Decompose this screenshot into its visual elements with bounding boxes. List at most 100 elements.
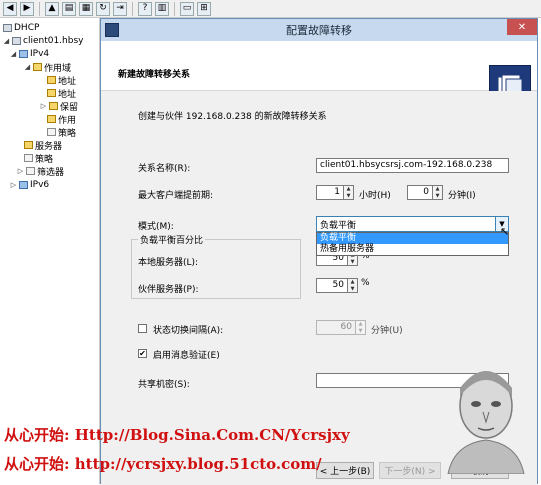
up-folder-icon[interactable]: ▲ [45,1,59,16]
watermark-line-1: 从心开始: Http://Blog.Sina.Com.CN/Ycrsjxy [4,426,350,444]
tree-item-label: 地址 [58,76,77,87]
hours-spinner[interactable]: ▲ ▼ [344,185,354,200]
state-switch-input[interactable]: 60 [316,320,356,335]
partner-server-spinner[interactable]: ▲ ▼ [348,278,358,293]
mclt-label: 最大客户端提前期: [138,191,214,201]
mclt-hours-input[interactable]: 1 [316,185,344,200]
folder-icon [49,102,58,110]
state-switch-label: 状态切换间隔(A): [153,326,224,336]
author-portrait-image [440,352,532,475]
collapse-icon[interactable]: ◢ [10,50,17,58]
console-icon[interactable]: ▦ [79,1,93,16]
partner-server-label: 伙伴服务器(P): [138,285,199,295]
network-icon[interactable]: ⊞ [197,1,211,16]
expand-icon[interactable]: ▷ [17,167,24,175]
toolbar: ◀ ▶ ▲ ▤ ▦ ↻ ⇥ ? ▥ ▭ ⊞ [0,0,541,18]
tree-item-label: 服务器 [35,141,63,152]
tree-item-label: IPv4 [30,49,50,59]
folder-icon [47,89,56,97]
tree-item-scope-options[interactable]: 作用 [47,113,77,126]
mode-label: 模式(M): [138,222,174,232]
partner-percent-label: % [361,278,370,288]
minutes-unit-label: 分钟(I) [448,191,476,201]
ipv6-icon [19,181,28,189]
tree-item-scope[interactable]: ◢ 作用域 [24,61,72,74]
toolbar-separator [39,1,40,16]
folder-icon [47,76,56,84]
mode-option-load-balance[interactable]: 负载平衡 [317,233,508,244]
forward-icon[interactable]: ▶ [20,1,34,16]
mouse-cursor-icon: ↖ [500,225,510,238]
auth-label: 启用消息验证(E) [153,351,220,361]
relationship-name-input[interactable]: client01.hbsycsrsj.com-192.168.0.238 [316,158,509,173]
intro-text: 创建与伙伴 192.168.0.238 的新故障转移关系 [138,112,327,122]
watermark-line-2: 从心开始: http://ycrsjxy.blog.51cto.com/ [4,455,322,473]
mode-select[interactable]: 负载平衡 ▼ [316,216,509,232]
back-icon[interactable]: ◀ [3,1,17,16]
dialog-title: 配置故障转移 [286,24,352,37]
ipv4-icon [19,50,28,58]
tree-item-ipv6[interactable]: ▷ IPv6 [10,179,49,191]
minutes-spinner[interactable]: ▲ ▼ [433,185,443,200]
monitor-icon[interactable]: ▭ [180,1,194,16]
state-switch-spinner[interactable]: ▲ ▼ [356,320,366,335]
tree-item-filters[interactable]: ▷ 筛选器 [17,165,65,178]
shared-secret-label: 共享机密(S): [138,380,190,390]
local-server-label: 本地服务器(L): [138,258,199,268]
tree-item-label: IPv6 [30,180,50,190]
tree-item-address-pool[interactable]: 地址 [47,74,77,87]
collapse-icon[interactable]: ◢ [3,37,10,45]
relationship-name-label: 关系名称(R): [138,164,191,174]
tree-item-label: 策略 [35,154,54,165]
tree-item-server[interactable]: ◢ client01.hbsy [3,35,84,47]
auth-checkbox[interactable]: ✔ [138,349,147,358]
dialog-titlebar[interactable]: 配置故障转移 ✕ [101,19,537,41]
next-button[interactable]: 下一步(N) > [379,462,441,479]
show-tree-icon[interactable]: ▤ [62,1,76,16]
expand-icon[interactable]: ▷ [40,102,47,110]
refresh-icon[interactable]: ↻ [96,1,110,16]
back-button[interactable]: < 上一步(B) [316,462,374,479]
mclt-minutes-input[interactable]: 0 [407,185,433,200]
close-button[interactable]: ✕ [507,19,537,35]
state-switch-unit-label: 分钟(U) [371,326,403,336]
mode-select-value: 负载平衡 [320,221,357,231]
help-icon[interactable]: ? [138,1,152,16]
tree-item-scope-policies[interactable]: 策略 [47,126,77,139]
tree-item-policies[interactable]: 策略 [24,152,54,165]
dhcp-app-icon [105,23,119,37]
wizard-header: 新建故障转移关系 [101,41,537,107]
properties-icon[interactable]: ▥ [155,1,169,16]
folder-icon [24,154,33,162]
tree-item-label: 保留 [60,102,79,113]
tree-item-ipv4[interactable]: ◢ IPv4 [10,48,49,60]
mode-dropdown-list: 负载平衡 热备用服务器 [316,232,509,256]
partner-server-input[interactable]: 50 [316,278,348,293]
load-balance-group-label: 负载平衡百分比 [138,233,206,246]
folder-icon [26,167,35,175]
folder-icon [33,63,42,71]
toolbar-separator [174,1,175,16]
tree-item-label: DHCP [14,23,40,33]
export-icon[interactable]: ⇥ [113,1,127,16]
dhcp-icon [3,24,12,32]
server-icon [12,37,21,45]
tree-item-label: client01.hbsy [23,36,84,46]
tree-item-label: 地址 [58,89,77,100]
tree-item-dhcp[interactable]: DHCP [3,22,39,34]
wizard-page-title: 新建故障转移关系 [118,70,191,80]
tree-item-label: 策略 [58,128,77,139]
tree-item-label: 筛选器 [37,167,65,178]
collapse-icon[interactable]: ◢ [24,63,31,71]
toolbar-separator [132,1,133,16]
state-switch-checkbox[interactable] [138,324,147,333]
hours-unit-label: 小时(H) [359,191,391,201]
tree-item-address-leases[interactable]: 地址 [47,87,77,100]
tree-item-reservations[interactable]: ▷ 保留 [40,100,79,113]
folder-icon [47,128,56,136]
tree-item-label: 作用域 [44,63,72,74]
mode-option-hot-standby[interactable]: 热备用服务器 [317,244,508,255]
tree-item-label: 作用 [58,115,77,126]
tree-item-server-options[interactable]: 服务器 [24,139,63,152]
expand-icon[interactable]: ▷ [10,181,17,189]
